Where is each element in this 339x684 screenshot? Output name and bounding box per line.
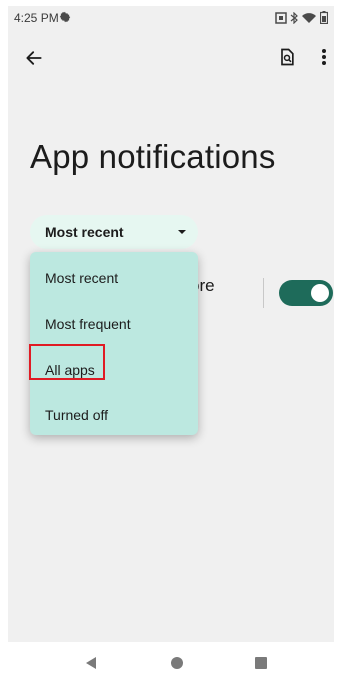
nav-back-icon[interactable] [84,656,98,670]
nav-recents-icon[interactable] [255,657,267,669]
chevron-down-icon [178,230,186,234]
overflow-menu-button[interactable] [316,44,332,70]
filter-selected-label: Most recent [45,224,124,240]
status-time: 4:25 PM [14,11,59,25]
wifi-icon [302,12,316,23]
cast-icon [275,11,287,24]
menu-item-label: Most recent [45,270,119,286]
app-screen: 4:25 PM App notifications Most recent or… [8,6,334,642]
nav-home-icon[interactable] [171,657,183,669]
highlight-box [29,344,105,380]
menu-item-label: Turned off [45,407,109,423]
navigation-bar [0,642,339,684]
device-frame: 4:25 PM App notifications Most recent or… [0,0,339,684]
filter-dropdown[interactable]: Most recent [30,215,198,249]
bluetooth-icon [290,11,298,24]
menu-item-most-frequent[interactable]: Most frequent [30,302,198,346]
search-button[interactable] [274,44,300,70]
notification-toggle[interactable] [279,280,333,306]
battery-icon [320,11,328,24]
toggle-knob [311,284,329,302]
back-button[interactable] [20,44,48,72]
menu-item-most-recent[interactable]: Most recent [30,256,198,300]
more-vert-icon [322,49,326,65]
page-title: App notifications [30,138,276,175]
arrow-back-icon [26,51,42,65]
gear-icon [59,11,71,23]
menu-item-label: Most frequent [45,316,131,332]
row-divider [263,278,264,308]
status-icons [275,11,328,24]
search-doc-icon [281,48,294,66]
status-bar: 4:25 PM [8,6,334,30]
menu-item-turned-off[interactable]: Turned off [30,393,198,437]
